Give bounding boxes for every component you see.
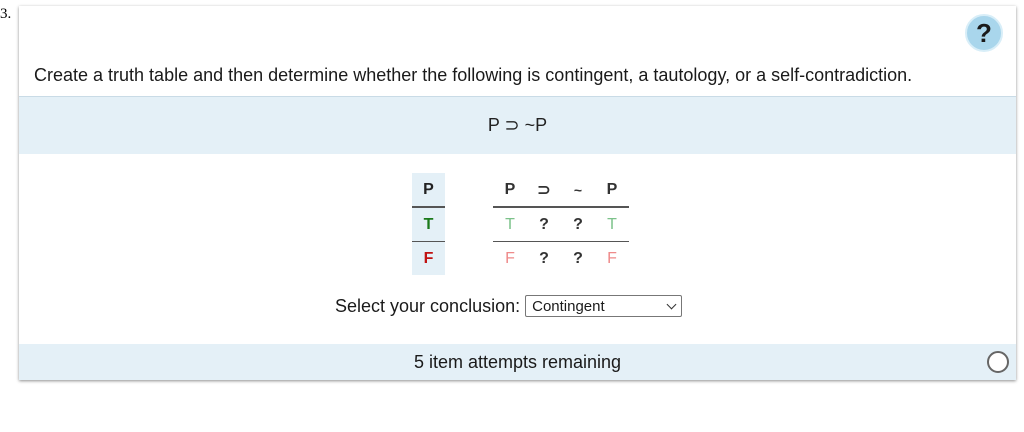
conclusion-label: Select your conclusion: [335, 295, 521, 316]
truth-table-row: F F ? ? F [412, 241, 629, 275]
attempts-bar: 5 item attempts remaining [19, 344, 1016, 380]
formula-display: P ⊃ ~P [19, 96, 1016, 154]
question-number: 3. [0, 6, 12, 22]
conclusion-select[interactable]: Contingent [525, 295, 683, 317]
given-value: T [493, 206, 527, 242]
conclusion-selected-value: Contingent [532, 297, 605, 315]
given-value: F [595, 241, 629, 275]
question-card: ? Create a truth table and then determin… [19, 6, 1016, 380]
formula-text: P ⊃ ~P [487, 115, 548, 135]
answer-cell-horseshoe[interactable]: ? [527, 241, 561, 275]
given-value: T [595, 206, 629, 242]
truth-table-header-row: P P ⊃ ~ P [412, 173, 629, 207]
given-value: F [493, 241, 527, 275]
conclusion-row: Select your conclusion: Contingent [335, 295, 683, 317]
variable-header: P [412, 173, 445, 207]
formula-header-p2: P [606, 180, 618, 198]
formula-header-p1: P [504, 180, 516, 198]
question-prompt: Create a truth table and then determine … [34, 65, 913, 85]
variable-value: T [412, 206, 445, 242]
variable-value: F [412, 241, 445, 275]
attempts-remaining: 5 item attempts remaining [413, 351, 622, 372]
formula-header-tilde: ~ [573, 181, 583, 198]
status-circle-icon [987, 351, 1009, 373]
question-mark-icon: ? [976, 17, 992, 48]
answer-cell-tilde[interactable]: ? [561, 206, 595, 242]
chevron-down-icon [666, 299, 677, 309]
help-button[interactable]: ? [965, 14, 1003, 52]
formula-header-horseshoe: ⊃ [537, 181, 551, 199]
answer-cell-horseshoe[interactable]: ? [527, 206, 561, 242]
truth-table: P P ⊃ ~ P T T ? ? T F F ? ? F [412, 173, 629, 275]
truth-table-row: T T ? ? T [412, 206, 629, 242]
answer-cell-tilde[interactable]: ? [561, 241, 595, 275]
